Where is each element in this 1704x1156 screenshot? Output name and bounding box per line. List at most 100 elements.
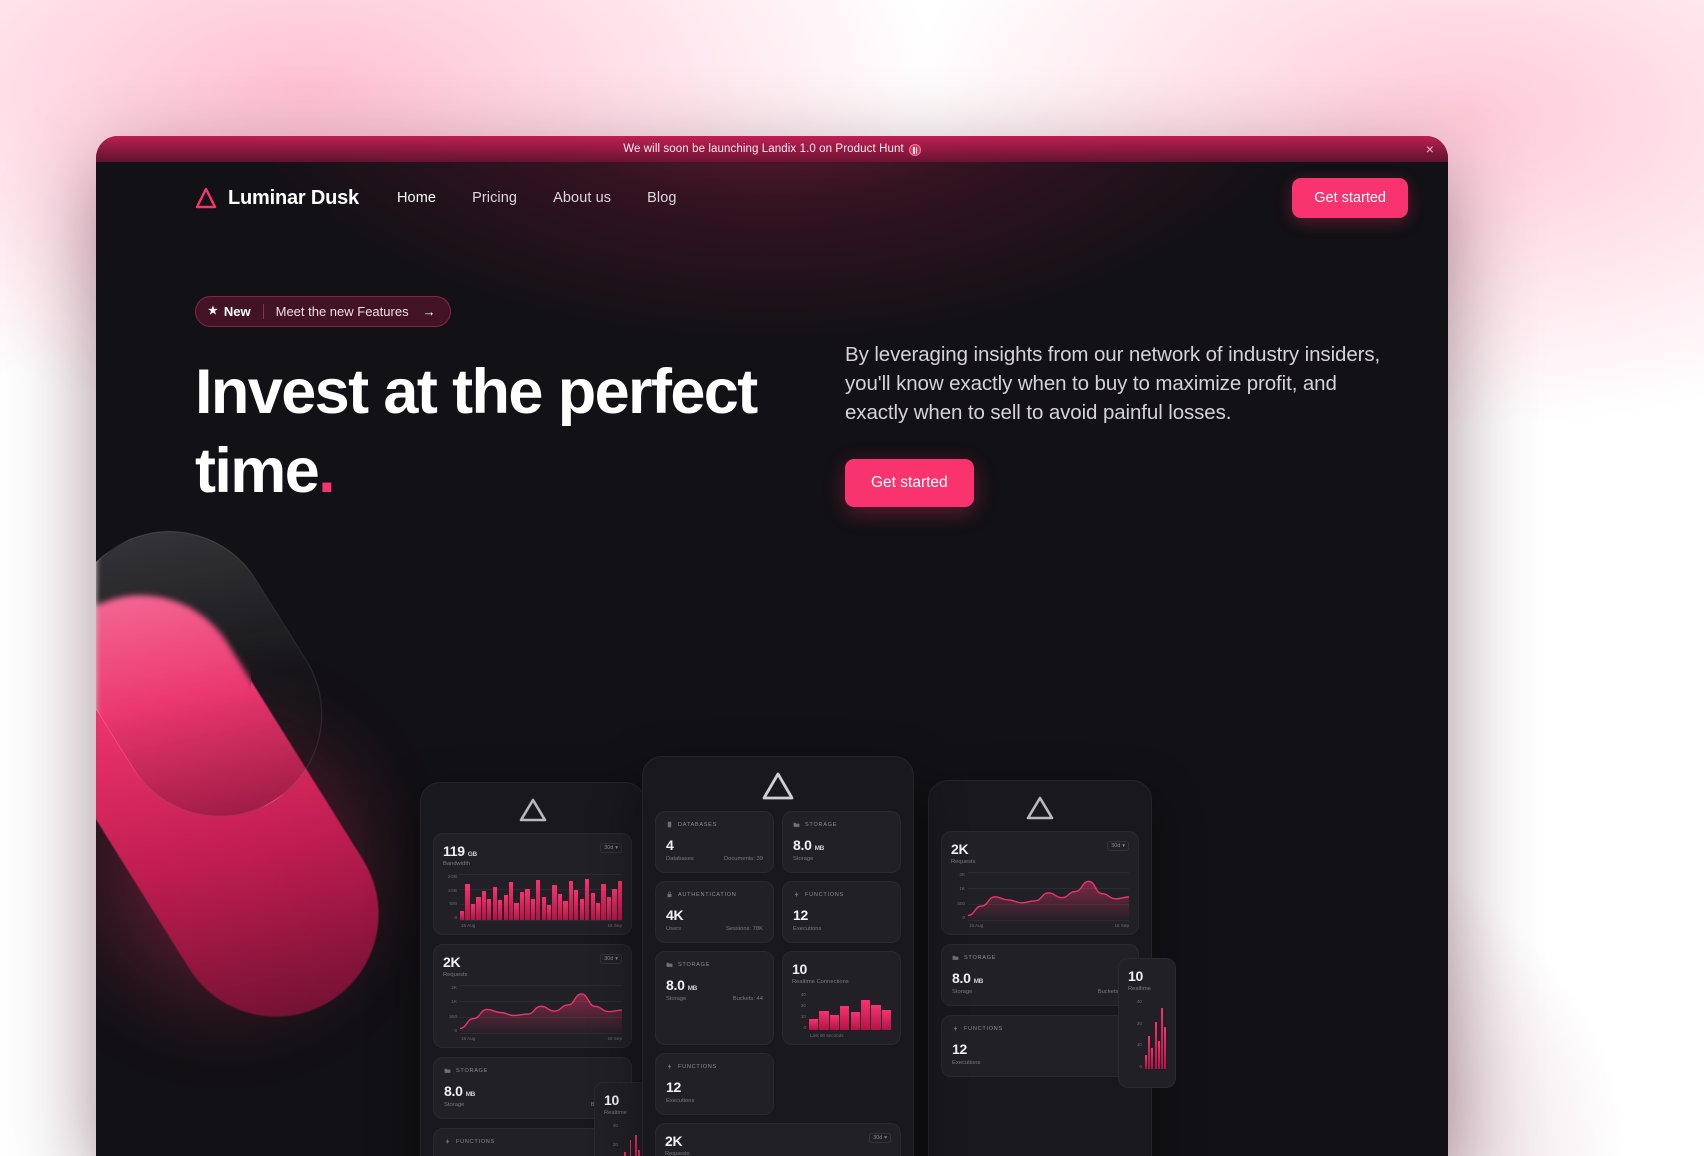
- ytick: 2K: [959, 872, 965, 877]
- bar: [638, 1149, 641, 1156]
- card-storage-center-2[interactable]: STORAGE 8.0 MB Storage Buckets: 44: [655, 951, 774, 1045]
- card-storage-right-unit: MB: [973, 978, 984, 985]
- ytick: 0: [962, 914, 965, 920]
- hero-right-column: By leveraging insights from our network …: [845, 296, 1405, 512]
- bar: [623, 1151, 626, 1156]
- headline-line-2: time: [195, 436, 320, 507]
- card-bandwidth-yaxis: 2GB 1GB 500 0: [443, 874, 460, 920]
- card-authentication-title: AUTHENTICATION: [678, 891, 737, 898]
- bar-series: [460, 874, 622, 920]
- chevron-down-icon: ▾: [615, 956, 618, 962]
- card-functions-right-value: 12: [952, 1041, 967, 1057]
- get-started-button-nav[interactable]: Get started: [1292, 178, 1408, 218]
- card-requests-left-head: 2K Requests 30d ▾: [443, 954, 622, 978]
- card-requests-right-label: Requests: [951, 859, 976, 865]
- card-storage-right[interactable]: STORAGE 8.0 MB Storage Buckets: 44: [941, 944, 1139, 1006]
- card-realtime-edge-right-label: Realtime: [1128, 986, 1151, 992]
- get-started-button-hero[interactable]: Get started: [845, 459, 974, 508]
- card-functions-center-1-title: FUNCTIONS: [805, 891, 844, 898]
- announcement-text: We will soon be launching Landix 1.0 on …: [623, 143, 904, 155]
- ytick: 0: [1139, 1063, 1142, 1069]
- card-storage-left-head: STORAGE: [444, 1067, 621, 1074]
- card-databases-meta: Documents: 39: [724, 856, 763, 862]
- card-requests-left[interactable]: 2K Requests 30d ▾ 2K 1K 500 0 15 Aug 16 …: [433, 944, 632, 1048]
- card-storage-center-2-title: STORAGE: [678, 961, 711, 968]
- card-realtime-center[interactable]: 10 Realtime Connections 40 20 10 0 Last …: [782, 951, 901, 1045]
- card-requests-right[interactable]: 2K Requests 30d ▾ 2K 1K 500 0 15 Aug 16 …: [941, 831, 1139, 935]
- ytick: 20: [1136, 1020, 1142, 1026]
- triangle-logo-icon: [195, 187, 217, 209]
- bar: [1148, 1036, 1151, 1069]
- range-selector-requests-center[interactable]: 30d ▾: [869, 1133, 891, 1143]
- bar-series: [809, 992, 892, 1030]
- card-requests-left-plot: 2K 1K 500 0: [443, 985, 622, 1034]
- card-requests-center[interactable]: 2K Requests 30d ▾ 2K 1K: [655, 1123, 901, 1156]
- card-bandwidth-bars: [460, 874, 622, 921]
- card-authentication[interactable]: AUTHENTICATION 4K Users Sessions: 78K: [655, 881, 774, 943]
- xtick: 16 Sep: [1114, 923, 1129, 928]
- card-requests-left-value: 2K: [443, 954, 461, 970]
- headline-line-1: Invest at the perfect: [195, 357, 758, 427]
- card-storage-right-title: STORAGE: [964, 954, 997, 961]
- range-selector-bandwidth[interactable]: 30d ▾: [600, 843, 622, 853]
- folder-icon: [793, 822, 800, 827]
- card-storage-center-1-label: Storage: [793, 856, 814, 862]
- device-right-logo: [929, 781, 1151, 831]
- card-realtime-edge-left-yaxis: 40 20 10 0: [604, 1123, 621, 1156]
- product-hunt-icon: [908, 144, 921, 156]
- card-functions-right[interactable]: FUNCTIONS 12 Executions: [941, 1015, 1139, 1077]
- nav-link-home[interactable]: Home: [397, 190, 436, 206]
- bar: [460, 910, 465, 920]
- lock-icon: [667, 891, 672, 898]
- ytick: 40: [1136, 999, 1142, 1004]
- brand-name: Luminar Dusk: [228, 186, 359, 209]
- brand[interactable]: Luminar Dusk: [195, 187, 359, 210]
- bar: [1151, 1048, 1154, 1069]
- card-requests-left-label: Requests: [443, 972, 468, 978]
- card-realtime-edge-right[interactable]: 10 Realtime 40 20 10 0: [1118, 958, 1176, 1088]
- page-backdrop: We will soon be launching Landix 1.0 on …: [0, 0, 1704, 1156]
- card-functions-center-2-title: FUNCTIONS: [678, 1063, 717, 1070]
- card-authentication-label: Users: [666, 926, 682, 932]
- xtick: 15 Aug: [461, 1036, 476, 1041]
- ytick: 500: [957, 900, 965, 906]
- bar: [563, 901, 568, 920]
- card-storage-center-2-value-row: 8.0 MB: [666, 977, 763, 993]
- bar: [541, 897, 546, 920]
- card-realtime-edge-right-value: 10: [1128, 968, 1143, 984]
- badge-new-label: New: [223, 304, 251, 319]
- card-functions-right-head: FUNCTIONS: [952, 1025, 1128, 1032]
- card-bandwidth-value-row: 119 GB: [443, 843, 477, 859]
- nav-link-blog[interactable]: Blog: [647, 190, 676, 206]
- card-realtime-edge-right-plot: 40 20 10 0: [1128, 999, 1167, 1069]
- xtick: 16 Sep: [607, 923, 622, 928]
- bar: [809, 1018, 819, 1030]
- card-bandwidth-head: 119 GB Bandwidth 30d ▾: [443, 843, 622, 867]
- card-requests-right-xaxis: 15 Aug 16 Sep: [951, 923, 1129, 928]
- database-icon: [667, 821, 672, 828]
- bar: [568, 881, 573, 920]
- card-realtime-edge-right-yaxis: 40 20 10 0: [1128, 999, 1145, 1069]
- card-storage-center-2-head: STORAGE: [666, 961, 763, 968]
- chevron-down-icon: ▾: [1122, 843, 1125, 849]
- card-realtime-center-yaxis: 40 20 10 0: [792, 992, 809, 1030]
- bar: [585, 878, 590, 920]
- card-requests-center-value: 2K: [665, 1133, 683, 1149]
- new-features-badge[interactable]: ★ New Meet the new Features →: [195, 296, 451, 327]
- card-databases-value: 4: [666, 837, 674, 853]
- card-bandwidth[interactable]: 119 GB Bandwidth 30d ▾ 2GB 1GB 500 0 15 …: [433, 833, 632, 935]
- card-bandwidth-value: 119: [443, 843, 465, 859]
- card-databases[interactable]: DATABASES 4 Databases Documents: 39: [655, 811, 774, 873]
- close-icon[interactable]: ×: [1426, 142, 1434, 156]
- device-center: DATABASES 4 Databases Documents: 39 STOR…: [642, 756, 914, 1156]
- range-selector-requests-left[interactable]: 30d ▾: [600, 954, 622, 964]
- card-functions-center-2[interactable]: FUNCTIONS 12 Executions: [655, 1053, 774, 1115]
- card-bandwidth-label: Bandwidth: [443, 861, 471, 867]
- range-selector-requests-right[interactable]: 30d ▾: [1107, 841, 1129, 851]
- nav-link-pricing[interactable]: Pricing: [472, 190, 517, 206]
- card-functions-left-title: FUNCTIONS: [456, 1138, 495, 1145]
- card-storage-center-1[interactable]: STORAGE 8.0 MB Storage: [782, 811, 901, 873]
- range-selector-value: 30d: [1111, 843, 1121, 849]
- nav-link-about-us[interactable]: About us: [553, 190, 611, 206]
- card-functions-center-1[interactable]: FUNCTIONS 12 Executions: [782, 881, 901, 943]
